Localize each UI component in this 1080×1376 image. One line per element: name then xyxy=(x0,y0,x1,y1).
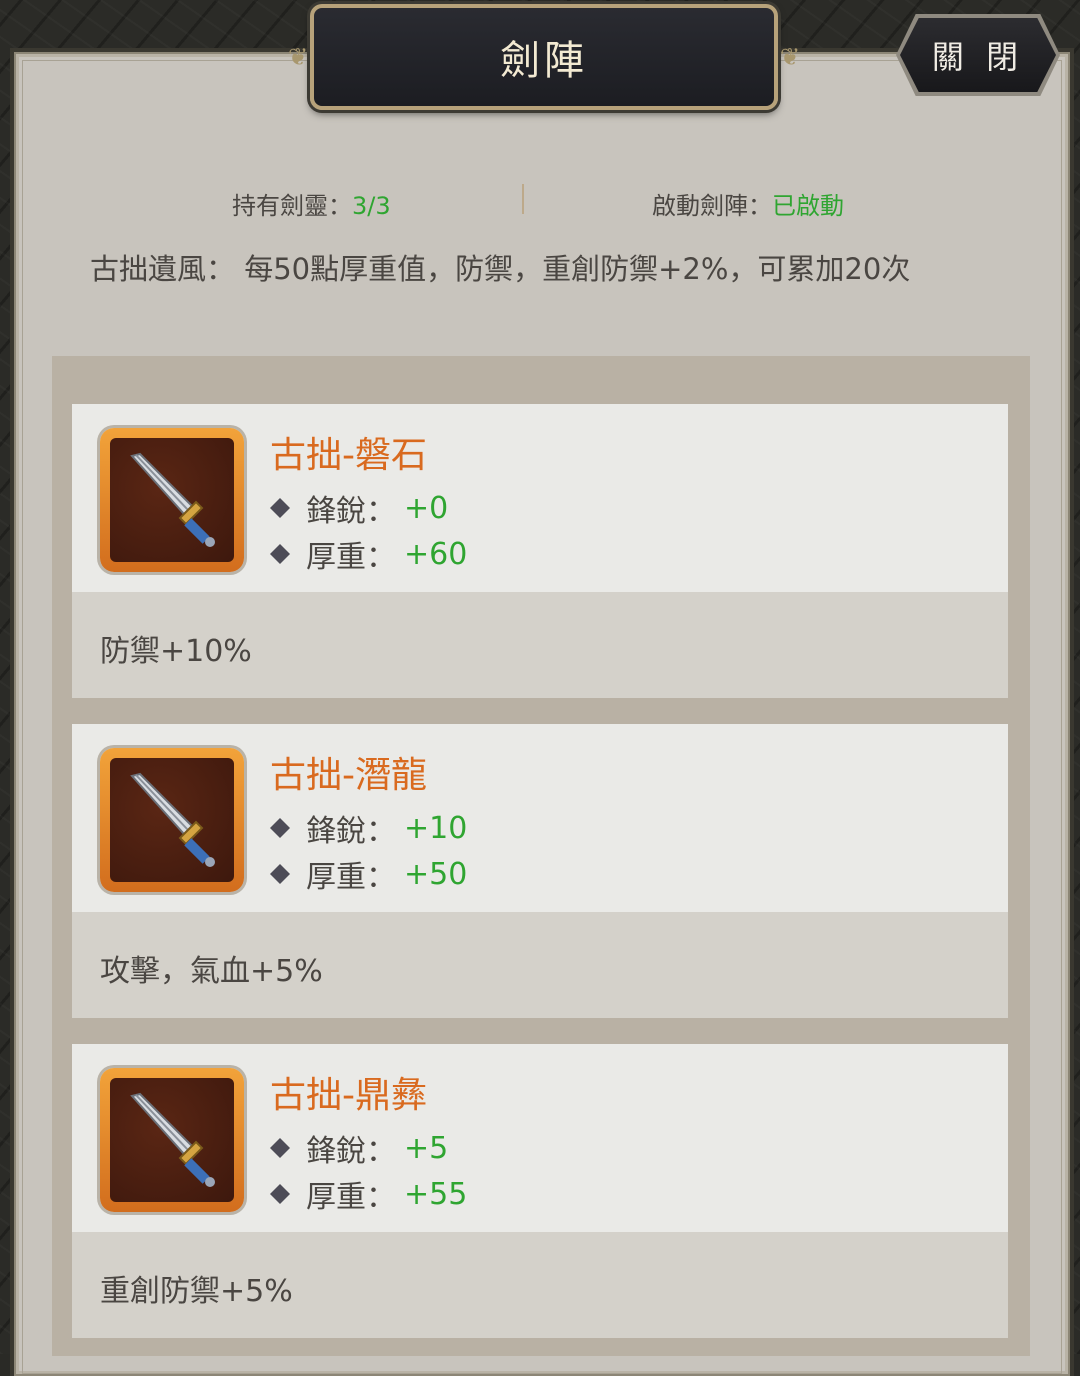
stats-divider xyxy=(522,184,524,214)
formation-status-stat: 啟動劍陣：已啟動 xyxy=(652,186,844,221)
weight-stat: 厚重： +50 xyxy=(270,852,467,896)
diamond-bullet-icon xyxy=(270,498,290,518)
sword-icon-background xyxy=(110,438,234,562)
card-header: 古拙-磐石 鋒銳： +0 厚重： +60 xyxy=(72,404,1008,592)
sword-icon-frame xyxy=(100,1068,244,1212)
spirit-effect: 攻擊，氣血+5% xyxy=(100,954,323,989)
sharpness-value: +10 xyxy=(404,810,468,846)
diamond-bullet-icon xyxy=(270,1184,290,1204)
title-plate: ❦ 劍陣 ❦ xyxy=(288,4,800,110)
close-button-label: 關 閉 xyxy=(931,38,1025,76)
sharpness-label: 鋒銳： xyxy=(306,1134,396,1169)
sword-spirit-card[interactable]: 古拙-潛龍 鋒銳： +10 厚重： +50 攻擊，氣血+5% xyxy=(72,724,1008,1018)
page-title: 劍陣 xyxy=(500,38,588,84)
sword-icon-background xyxy=(110,758,234,882)
sword-spirit-card[interactable]: 古拙-磐石 鋒銳： +0 厚重： +60 防禦+10% xyxy=(72,404,1008,698)
formation-status-label: 啟動劍陣： xyxy=(652,192,772,220)
sharpness-stat: 鋒銳： +10 xyxy=(270,806,467,850)
weight-value: +55 xyxy=(404,1176,468,1212)
owned-spirits-label: 持有劍靈： xyxy=(232,192,352,220)
set-bonus-text: 古拙遺風： 每50點厚重值，防禦，重創防禦+2%，可累加20次 xyxy=(90,252,911,286)
weight-label: 厚重： xyxy=(306,1180,396,1215)
diamond-bullet-icon xyxy=(270,864,290,884)
close-button[interactable]: 關 閉 xyxy=(900,18,1056,92)
spirit-name: 古拙-鼎彝 xyxy=(270,1075,427,1116)
weight-stat: 厚重： +55 xyxy=(270,1172,467,1216)
sword-icon-frame xyxy=(100,428,244,572)
spirit-effect: 重創防禦+5% xyxy=(100,1274,293,1309)
card-header: 古拙-潛龍 鋒銳： +10 厚重： +50 xyxy=(72,724,1008,912)
weight-value: +60 xyxy=(404,536,468,572)
sharpness-label: 鋒銳： xyxy=(306,494,396,529)
weight-stat: 厚重： +60 xyxy=(270,532,467,576)
owned-spirits-value: 3/3 xyxy=(352,192,391,220)
card-header: 古拙-鼎彝 鋒銳： +5 厚重： +55 xyxy=(72,1044,1008,1232)
weight-value: +50 xyxy=(404,856,468,892)
sharpness-value: +0 xyxy=(404,490,449,526)
sword-icon xyxy=(130,772,215,867)
weight-label: 厚重： xyxy=(306,540,396,575)
right-ornament-icon: ❦ xyxy=(779,43,801,71)
left-ornament-icon: ❦ xyxy=(287,43,309,71)
sword-icon-background xyxy=(110,1078,234,1202)
spirit-effect: 防禦+10% xyxy=(100,634,252,669)
formation-status-value: 已啟動 xyxy=(772,192,844,220)
diamond-bullet-icon xyxy=(270,544,290,564)
sword-icon-frame xyxy=(100,748,244,892)
weight-label: 厚重： xyxy=(306,860,396,895)
sword-icon xyxy=(130,1092,215,1187)
spirit-name: 古拙-潛龍 xyxy=(270,755,427,796)
owned-spirits-stat: 持有劍靈：3/3 xyxy=(232,186,391,221)
stats-row: 持有劍靈：3/3 啟動劍陣：已啟動 xyxy=(0,180,1080,222)
sharpness-stat: 鋒銳： +5 xyxy=(270,1126,448,1170)
sword-spirit-card[interactable]: 古拙-鼎彝 鋒銳： +5 厚重： +55 重創防禦+5% xyxy=(72,1044,1008,1338)
sharpness-stat: 鋒銳： +0 xyxy=(270,486,448,530)
diamond-bullet-icon xyxy=(270,1138,290,1158)
spirit-name: 古拙-磐石 xyxy=(270,435,427,476)
diamond-bullet-icon xyxy=(270,818,290,838)
sharpness-label: 鋒銳： xyxy=(306,814,396,849)
sharpness-value: +5 xyxy=(404,1130,449,1166)
sword-icon xyxy=(130,452,215,547)
